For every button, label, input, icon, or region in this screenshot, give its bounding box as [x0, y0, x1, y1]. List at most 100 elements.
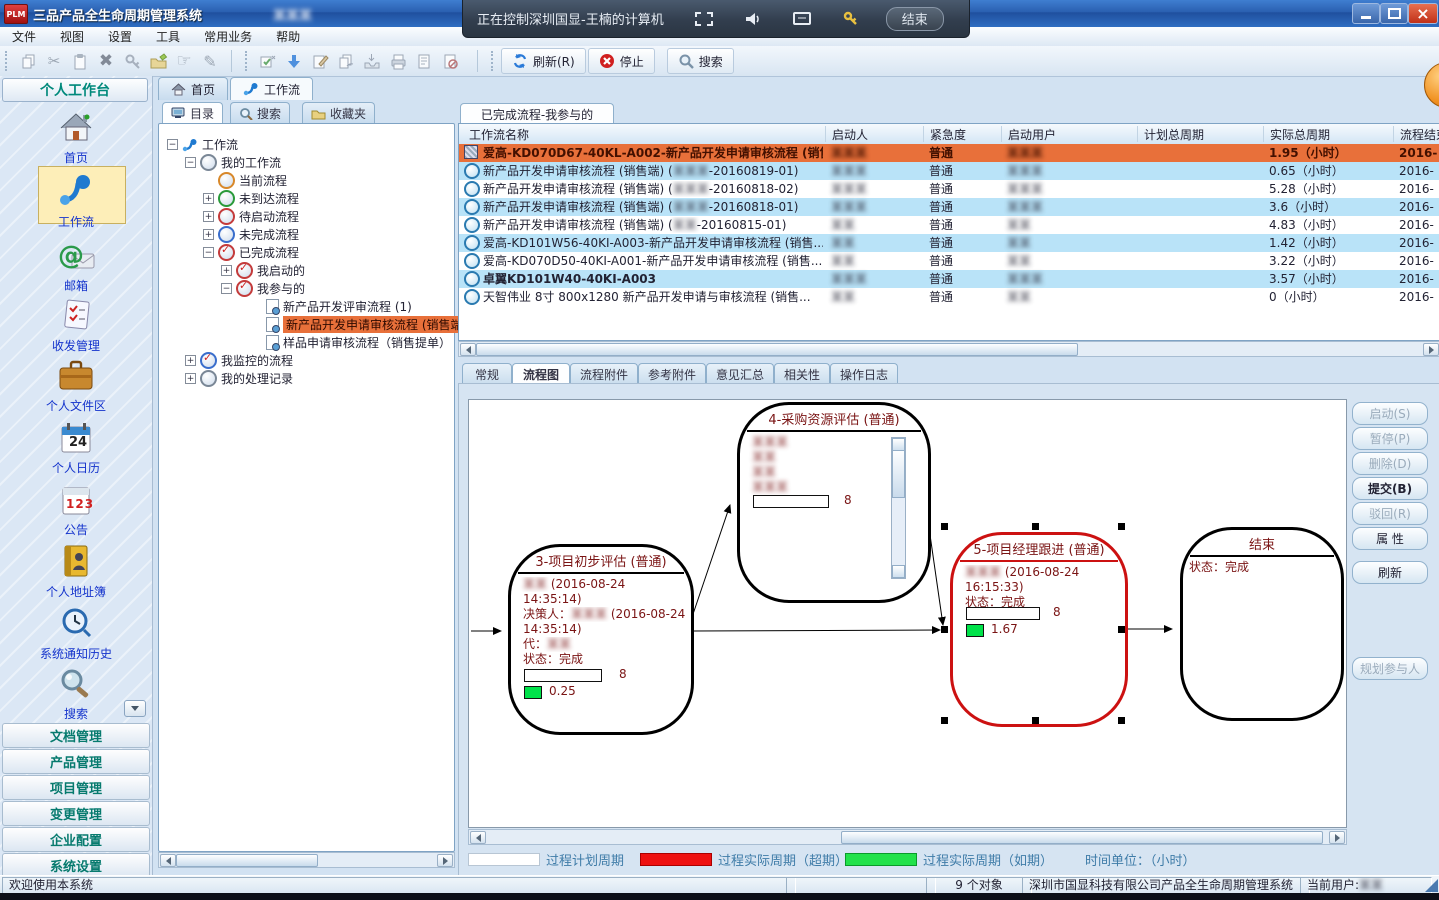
report-doc-icon[interactable] [411, 49, 437, 73]
scroll-thumb[interactable] [476, 343, 1078, 356]
section-product-management[interactable]: 产品管理 [2, 749, 150, 774]
expand-icon[interactable] [203, 193, 214, 204]
tree-tab-favorites[interactable]: 收藏夹 [302, 102, 375, 124]
end-session-button[interactable]: 结束 [886, 7, 944, 31]
selection-handle[interactable] [1118, 626, 1125, 633]
col-start-user[interactable]: 启动用户 [1001, 126, 1142, 142]
pin-icon[interactable] [842, 11, 860, 27]
table-row[interactable]: 新产品开发申请审核流程 (销售端) (某某某-20160818-01) 某某某 … [459, 198, 1439, 216]
selection-handle[interactable] [941, 523, 948, 530]
menu-file[interactable]: 文件 [0, 28, 48, 45]
detail-tab-operation-log[interactable]: 操作日志 [830, 363, 898, 384]
scroll-thumb[interactable] [176, 854, 318, 867]
tree-leaf-review-process[interactable]: 新产品开发评审流程 (1) [251, 298, 412, 315]
key-icon[interactable] [119, 49, 145, 73]
tree-node-to-start[interactable]: 待启动流程 [203, 208, 299, 225]
tree-node-my-workflows[interactable]: 我的工作流 [185, 154, 281, 171]
scroll-thumb[interactable] [841, 831, 1323, 844]
tree-node-completed[interactable]: 已完成流程 [203, 244, 299, 261]
flow-node-5-pm-followup[interactable]: 5-项目经理跟进 (普通) 某某某 (2016-08-24 16:15:33) … [950, 532, 1128, 727]
tree-node-unfinished[interactable]: 未完成流程 [203, 226, 299, 243]
menu-tools[interactable]: 工具 [144, 28, 192, 45]
col-starter[interactable]: 启动人 [825, 126, 928, 142]
selection-handle[interactable] [941, 626, 948, 633]
sidebar-item-home[interactable]: 首页 [6, 110, 146, 166]
detail-tab-relevance[interactable]: 相关性 [774, 363, 830, 384]
tree-node-my-records[interactable]: 我的处理记录 [185, 370, 293, 387]
table-row[interactable]: 天智伟业 8寸 800x1280 新产品开发申请与审核流程 (销售... 某某 … [459, 288, 1439, 306]
speaker-icon[interactable] [744, 11, 762, 27]
fullscreen-icon[interactable] [694, 11, 714, 27]
properties-button[interactable]: 属 性 [1352, 527, 1428, 550]
new-item-icon[interactable] [145, 49, 171, 73]
table-row[interactable]: 爱高-KD101W56-40KI-A003-新产品开发申请审核流程 (销售...… [459, 234, 1439, 252]
table-row[interactable]: 卓翼KD101W40-40KI-A003 某某某 普通 某某某 3.57（小时）… [459, 270, 1439, 288]
sidebar-item-mail[interactable]: @ 邮箱 [6, 238, 146, 294]
scroll-right-icon[interactable] [1423, 343, 1439, 356]
collapse-icon[interactable] [185, 157, 196, 168]
table-row[interactable]: 爱高-KD070D50-40KI-A001-新产品开发申请审核流程 (销售...… [459, 252, 1439, 270]
sidebar-item-send-receive[interactable]: 收发管理 [6, 298, 146, 354]
col-end-time[interactable]: 流程结束时间 [1393, 126, 1439, 142]
plan-participants-button[interactable]: 规划参与人 [1352, 657, 1428, 680]
tree-node-current[interactable]: 当前流程 [203, 172, 287, 189]
expand-icon[interactable] [185, 355, 196, 366]
collapse-icon[interactable] [167, 139, 178, 150]
tree-node-workflow[interactable]: 工作流 [167, 136, 238, 153]
tree-node-monitored[interactable]: 我监控的流程 [185, 352, 293, 369]
download-icon[interactable] [281, 49, 307, 73]
selection-handle[interactable] [941, 717, 948, 724]
content-tab-completed-participated[interactable]: 已完成流程-我参与的 [460, 103, 614, 124]
edit-doc-icon[interactable] [307, 49, 333, 73]
table-row[interactable]: 新产品开发申请审核流程 (销售端) (某某某-20160819-01) 某某某 … [459, 162, 1439, 180]
accept-task-icon[interactable] [255, 49, 281, 73]
sidebar-item-address-book[interactable]: 个人地址簿 [6, 544, 146, 600]
flow-node-3-initial-evaluation[interactable]: 3-项目初步评估 (普通) 某某 (2016-08-24 14:35:14) 决… [508, 544, 694, 735]
scroll-right-icon[interactable] [1329, 831, 1345, 844]
scroll-left-icon[interactable] [460, 343, 476, 356]
inbox-icon[interactable] [359, 49, 385, 73]
tree-leaf-sample-process[interactable]: 样品申请审核流程（销售提单） [251, 334, 451, 351]
tree-horizontal-scrollbar[interactable] [158, 852, 455, 868]
sidebar-item-calendar[interactable]: 24 个人日历 [6, 422, 146, 476]
selection-handle[interactable] [1032, 717, 1039, 724]
sidebar-item-personal-files[interactable]: 个人文件区 [6, 360, 146, 414]
tree-tab-directory[interactable]: 目录 [162, 102, 223, 124]
expand-icon[interactable] [185, 373, 196, 384]
search-button[interactable]: 搜索 [667, 48, 734, 74]
tree-node-started-by-me[interactable]: 我启动的 [221, 262, 305, 279]
tab-workflow[interactable]: 工作流 [230, 77, 313, 100]
section-project-management[interactable]: 项目管理 [2, 775, 150, 800]
close-button[interactable] [1408, 3, 1438, 24]
selection-handle[interactable] [1032, 523, 1039, 530]
scroll-left-icon[interactable] [160, 854, 176, 867]
start-button[interactable]: 启动(S) [1352, 402, 1428, 425]
scroll-down-icon[interactable] [892, 565, 905, 578]
scroll-right-icon[interactable] [437, 854, 453, 867]
delete-icon[interactable]: ✖ [93, 49, 119, 73]
tree-leaf-apply-review-process-selected[interactable]: 新产品开发申请审核流程 (销售端 [251, 316, 459, 333]
tree-tab-search[interactable]: 搜索 [230, 102, 290, 124]
flow-node-4-procurement-evaluation[interactable]: 4-采购资源评估 (普通) 某某某 某某 某某 某某某 8 [737, 402, 931, 603]
duplicate-icon[interactable] [333, 49, 359, 73]
table-row[interactable]: 新产品开发申请审核流程 (销售端) (某某某-20160818-02) 某某某 … [459, 180, 1439, 198]
col-planned-cycle[interactable]: 计划总周期 [1137, 126, 1268, 142]
sidebar-item-notification-history[interactable]: 系统通知历史 [6, 606, 146, 662]
table-horizontal-scrollbar[interactable] [458, 341, 1439, 357]
tab-home[interactable]: 首页 [158, 77, 228, 100]
detail-tab-general[interactable]: 常规 [462, 363, 512, 384]
stop-button[interactable]: 停止 [588, 48, 655, 74]
cut-icon[interactable]: ✂ [41, 49, 67, 73]
collapse-icon[interactable] [221, 283, 232, 294]
canvas-horizontal-scrollbar[interactable] [468, 829, 1347, 845]
sign-pen-icon[interactable]: ✎ [197, 49, 223, 73]
section-change-management[interactable]: 变更管理 [2, 801, 150, 826]
scroll-left-icon[interactable] [470, 831, 486, 844]
sidebar-item-workflow[interactable]: 工作流 [6, 172, 146, 230]
menu-settings[interactable]: 设置 [96, 28, 144, 45]
col-urgency[interactable]: 紧急度 [923, 126, 1006, 142]
section-document-management[interactable]: 文档管理 [2, 723, 150, 748]
section-enterprise-config[interactable]: 企业配置 [2, 827, 150, 852]
flow-node-end[interactable]: 结束 状态：完成 [1180, 527, 1344, 721]
monitor-icon[interactable] [792, 11, 812, 27]
